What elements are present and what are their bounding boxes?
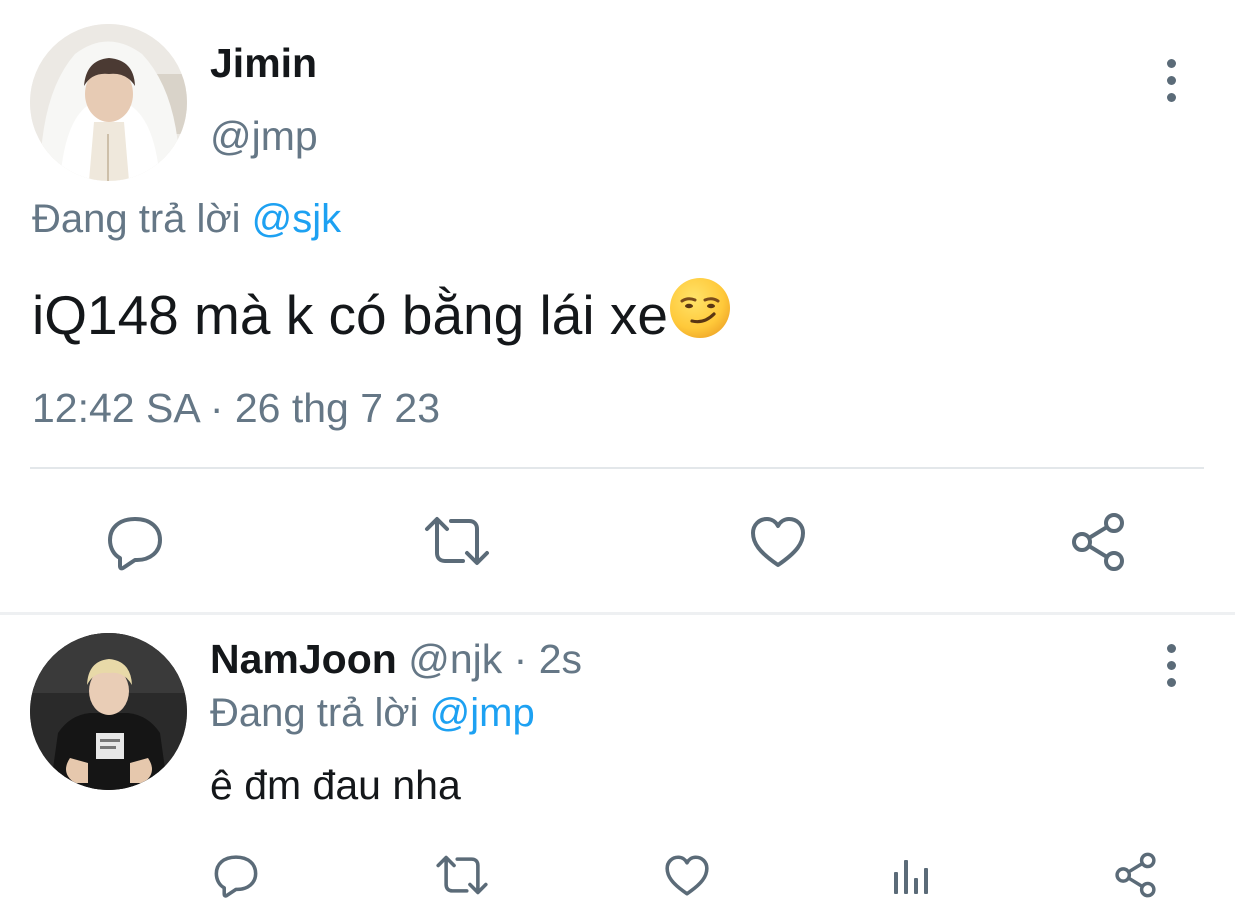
more-dot: [1166, 93, 1176, 102]
separator-dot: ·: [513, 636, 528, 682]
display-name[interactable]: Jimin: [210, 40, 317, 86]
main-tweet: Jimin @jmp Đang trả lời @sjk iQ148 mà k …: [0, 0, 1235, 612]
more-dot: [1166, 76, 1176, 85]
replying-to-line: Đang trả lời @jmp: [210, 690, 535, 736]
reply-time[interactable]: 2s: [539, 636, 582, 682]
divider: [30, 467, 1204, 469]
section-divider: [0, 612, 1235, 615]
replying-to-line: Đang trả lời @sjk: [32, 196, 341, 242]
more-dot: [1166, 59, 1176, 68]
like-icon[interactable]: [749, 515, 807, 569]
share-icon[interactable]: [1114, 852, 1160, 898]
reply-header: NamJoon @njk · 2s: [210, 636, 582, 682]
more-dot: [1166, 661, 1176, 670]
tweet-timestamp[interactable]: 12:42 SA · 26 thg 7 23: [32, 385, 440, 431]
like-icon[interactable]: [664, 854, 710, 897]
replying-to-mention[interactable]: @jmp: [430, 691, 535, 735]
replying-prefix: Đang trả lời: [210, 691, 419, 735]
more-options-icon[interactable]: [1156, 641, 1186, 692]
share-icon[interactable]: [1070, 512, 1130, 572]
more-options-icon[interactable]: [1156, 56, 1186, 107]
more-dot: [1166, 678, 1176, 687]
retweet-icon[interactable]: [423, 515, 491, 567]
retweet-icon[interactable]: [435, 854, 489, 896]
avatar[interactable]: [30, 24, 187, 181]
replying-prefix: Đang trả lời: [32, 197, 241, 241]
user-handle[interactable]: @njk: [408, 636, 502, 682]
avatar[interactable]: [30, 633, 187, 790]
smirking-face-emoji: [669, 278, 730, 338]
tweet-text: iQ148 mà k có bằng lái xe: [32, 276, 732, 346]
reply-icon[interactable]: [106, 515, 164, 571]
analytics-icon[interactable]: [892, 856, 932, 894]
tweet-text-content: iQ148 mà k có bằng lái xe: [32, 284, 668, 346]
display-name[interactable]: NamJoon: [210, 636, 397, 682]
avatar-image: [30, 24, 187, 181]
reply-icon[interactable]: [213, 854, 259, 898]
replying-to-mention[interactable]: @sjk: [252, 197, 342, 241]
more-dot: [1166, 644, 1176, 653]
avatar-image: [30, 633, 187, 790]
reply-text: ê đm đau nha: [210, 762, 461, 808]
user-handle[interactable]: @jmp: [210, 113, 318, 159]
